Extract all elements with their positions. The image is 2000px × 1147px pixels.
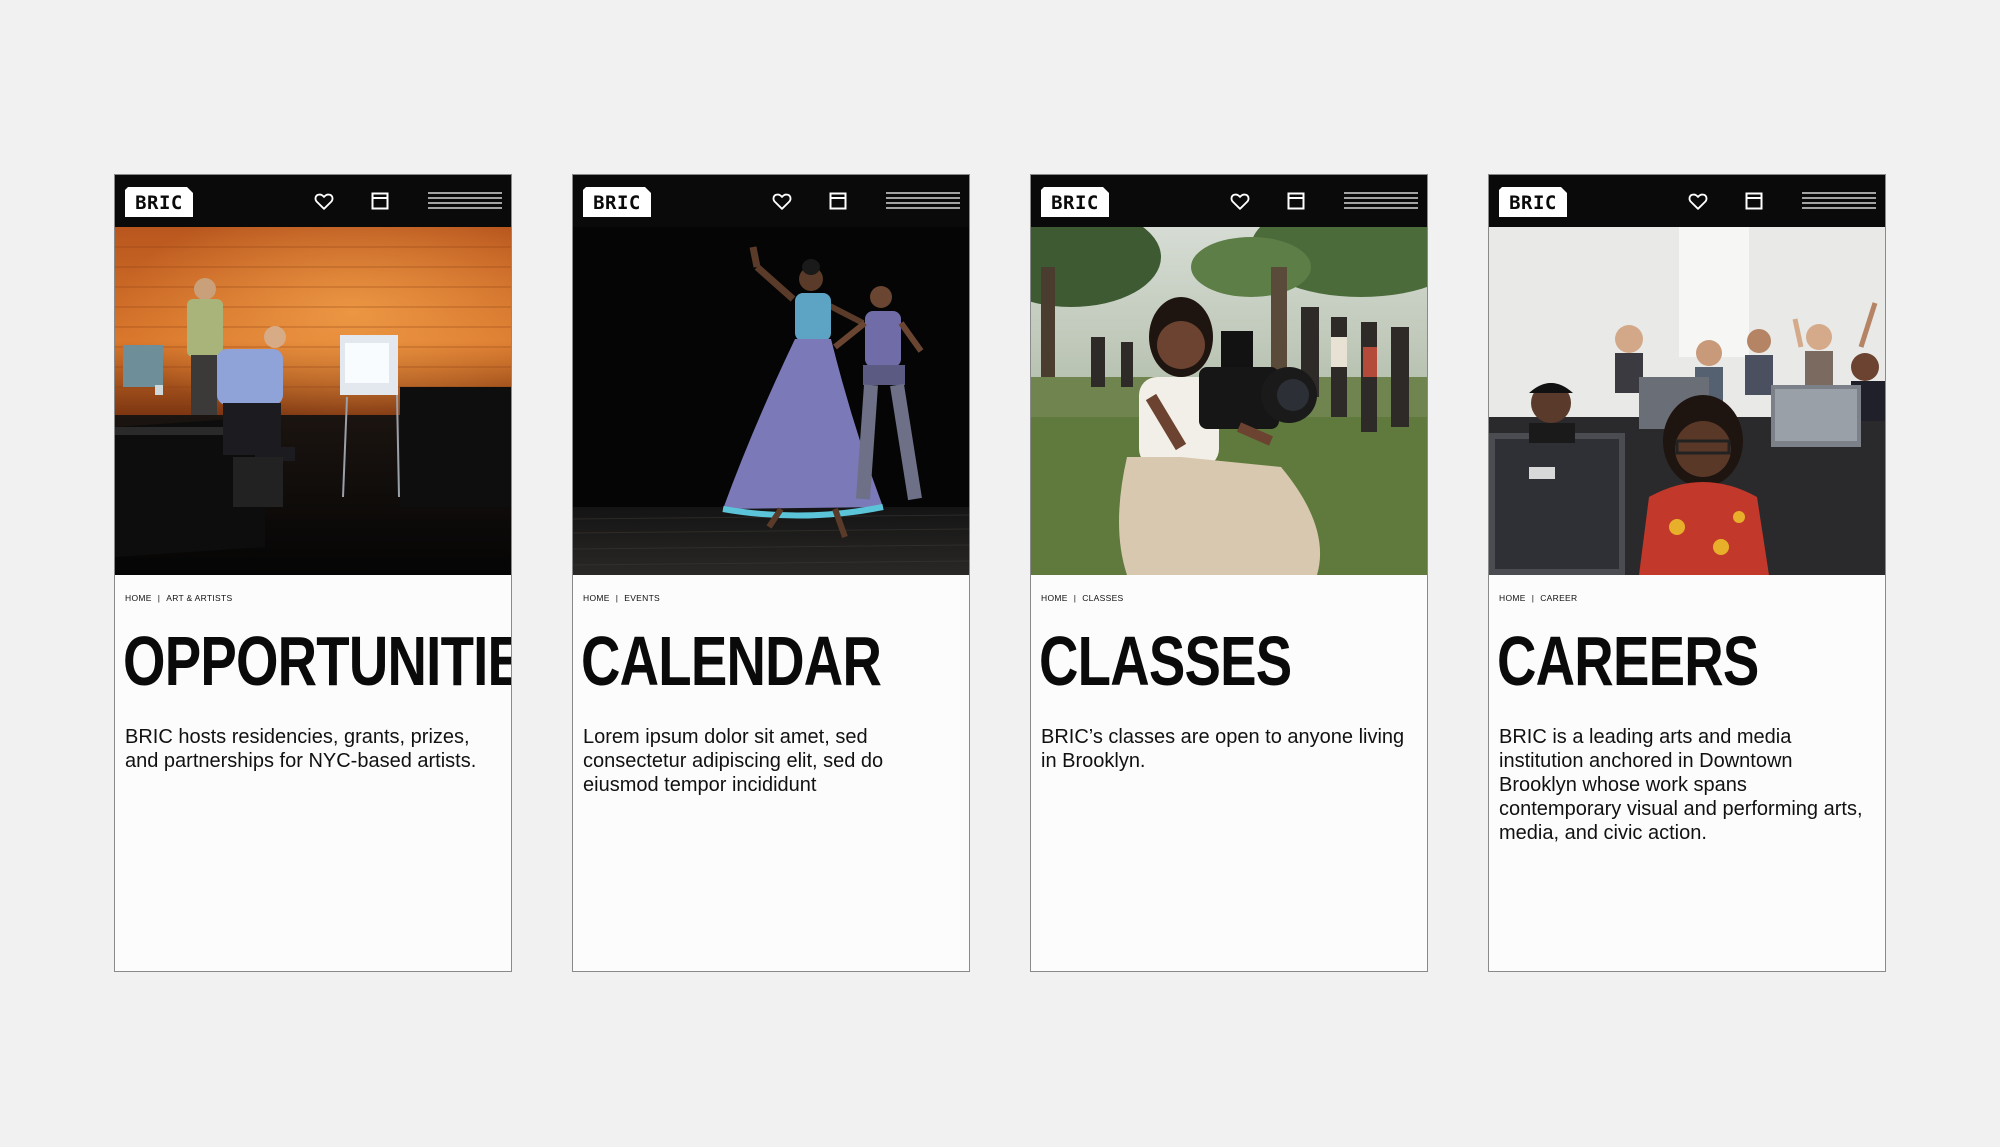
breadcrumb-home-link[interactable]: HOME (1041, 593, 1068, 603)
top-navigation-bar: BRIC (1031, 175, 1427, 227)
breadcrumb-separator: | (157, 593, 161, 603)
page-description: BRIC’s classes are open to anyone living… (1041, 726, 1405, 772)
breadcrumb-current-link[interactable]: ART & ARTISTS (166, 593, 232, 603)
page-title: OPPORTUNITIES (123, 622, 511, 700)
hamburger-menu-icon[interactable] (428, 190, 502, 212)
top-navigation-bar: BRIC (573, 175, 969, 227)
top-navigation-bar: BRIC (1489, 175, 1885, 227)
calendar-icon[interactable] (370, 191, 390, 211)
heart-icon[interactable] (1229, 190, 1251, 212)
breadcrumb: HOME | CAREER (1499, 593, 1577, 603)
breadcrumb-current-link[interactable]: EVENTS (624, 593, 660, 603)
dance-performance-photo (573, 227, 969, 575)
heart-icon[interactable] (771, 190, 793, 212)
mobile-screen-careers: BRIC HOME | CAREER CAREERS BRIC is a lea… (1488, 174, 1886, 972)
mobile-screen-classes: BRIC HOME | CLASSES CLASSES BRIC’s class… (1030, 174, 1428, 972)
camera-operator-photo (1031, 227, 1427, 575)
heart-icon[interactable] (313, 190, 335, 212)
breadcrumb-separator: | (1073, 593, 1077, 603)
breadcrumb-separator: | (1531, 593, 1535, 603)
page-title: CAREERS (1497, 622, 1759, 700)
breadcrumb-current-link[interactable]: CAREER (1540, 593, 1577, 603)
heart-icon[interactable] (1687, 190, 1709, 212)
computer-lab-photo (1489, 227, 1885, 575)
calendar-icon[interactable] (828, 191, 848, 211)
breadcrumb-home-link[interactable]: HOME (1499, 593, 1526, 603)
bric-logo[interactable]: BRIC (1041, 187, 1109, 217)
breadcrumb-current-link[interactable]: CLASSES (1082, 593, 1123, 603)
page-title: CALENDAR (581, 622, 882, 700)
bric-logo[interactable]: BRIC (1499, 187, 1567, 217)
logo-text: BRIC (593, 192, 641, 214)
mobile-screen-calendar: BRIC HOME | EVENTS CALENDAR Lorem ipsum … (572, 174, 970, 972)
hamburger-menu-icon[interactable] (1802, 190, 1876, 212)
page-description: BRIC is a leading arts and media institu… (1499, 726, 1863, 844)
bric-logo[interactable]: BRIC (125, 187, 193, 217)
page-title: CLASSES (1039, 622, 1292, 700)
breadcrumb-home-link[interactable]: HOME (583, 593, 610, 603)
breadcrumb: HOME | ART & ARTISTS (125, 593, 232, 603)
mobile-screen-opportunities: BRIC HOME | ART & ARTISTS OPPORTUNITI BR… (114, 174, 512, 972)
calendar-icon[interactable] (1744, 191, 1764, 211)
calendar-icon[interactable] (1286, 191, 1306, 211)
logo-text: BRIC (135, 192, 183, 214)
hamburger-menu-icon[interactable] (1344, 190, 1418, 212)
breadcrumb: HOME | CLASSES (1041, 593, 1124, 603)
logo-text: BRIC (1051, 192, 1099, 214)
hamburger-menu-icon[interactable] (886, 190, 960, 212)
breadcrumb-separator: | (615, 593, 619, 603)
page-description: Lorem ipsum dolor sit amet, sed consecte… (583, 726, 884, 796)
breadcrumb-home-link[interactable]: HOME (125, 593, 152, 603)
logo-text: BRIC (1509, 192, 1557, 214)
top-navigation-bar: BRIC (115, 175, 511, 227)
breadcrumb: HOME | EVENTS (583, 593, 660, 603)
theater-stage-photo (115, 227, 511, 575)
page-description: BRIC hosts residencies, grants, prizes, … (125, 726, 477, 772)
bric-logo[interactable]: BRIC (583, 187, 651, 217)
